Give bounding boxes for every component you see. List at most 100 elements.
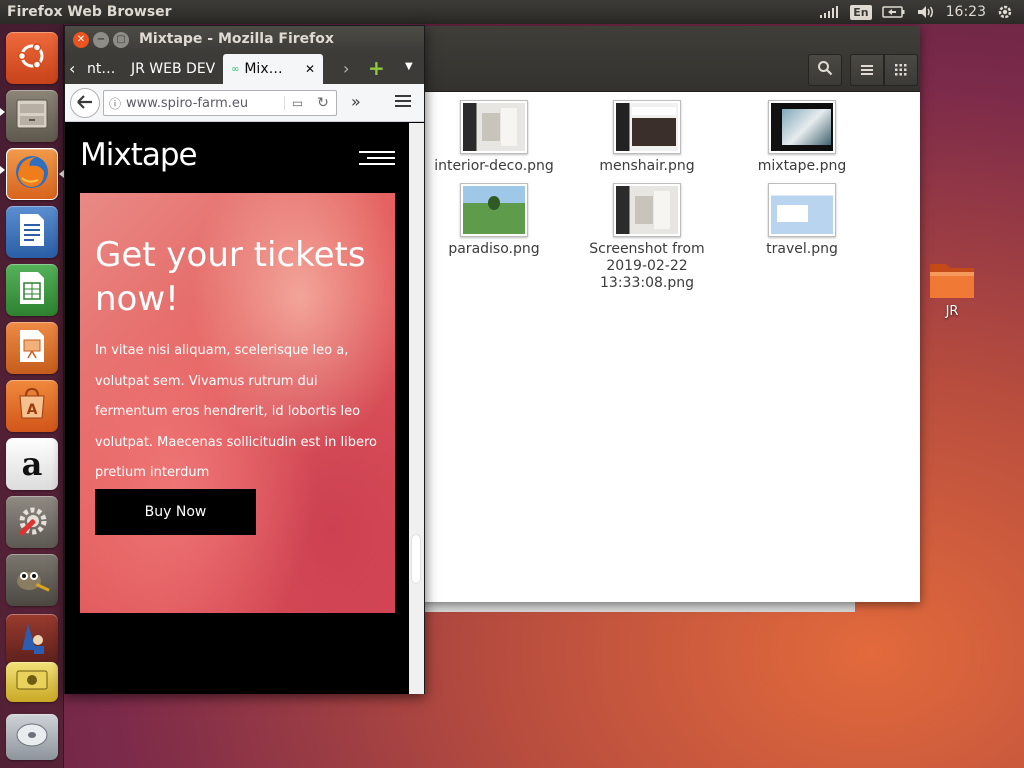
url-text: www.spiro-farm.eu [126, 95, 249, 111]
file-item[interactable]: Screenshot from 2019-02-22 13:33:08.png [572, 183, 722, 292]
writer-icon [16, 212, 48, 252]
file-grid: interior-deco.png menshair.png mixtape.p… [420, 92, 920, 602]
tab[interactable]: nt… [79, 54, 125, 84]
files-headerbar [420, 26, 920, 92]
grid-view-button[interactable] [884, 54, 918, 86]
impress-icon [16, 328, 48, 368]
image-thumbnail [460, 183, 528, 237]
desktop-folder-jr[interactable]: JR [922, 258, 982, 319]
window-title: Mixtape - Mozilla Firefox [139, 31, 334, 47]
top-panel: Firefox Web Browser En 16:23 [0, 0, 1024, 24]
launcher-impress[interactable] [6, 322, 58, 374]
minimize-window-button[interactable]: − [93, 32, 109, 48]
tab-favicon-icon: ∞ [231, 63, 240, 75]
list-view-button[interactable] [850, 54, 884, 86]
hamburger-menu-icon[interactable] [395, 93, 411, 112]
launcher-calc[interactable] [6, 264, 58, 316]
search-icon [817, 60, 833, 80]
files-window: interior-deco.png menshair.png mixtape.p… [420, 26, 920, 602]
app-title: Firefox Web Browser [7, 4, 172, 20]
disk-icon [14, 667, 50, 697]
launcher-amazon[interactable]: a [6, 438, 58, 490]
desktop-folder-label: JR [945, 304, 959, 319]
image-thumbnail [768, 183, 836, 237]
web-page: Mixtape Get your tickets now! In vitae n… [65, 123, 409, 694]
search-button[interactable] [808, 54, 842, 86]
hero-banner: Get your tickets now! In vitae nisi aliq… [80, 193, 395, 613]
tab-strip: ‹ nt… JR WEB DEV ∞ Mix… ✕ › + ▼ [65, 54, 424, 84]
volume-icon[interactable] [916, 5, 936, 19]
firefox-icon [12, 152, 52, 196]
overflow-chevron-icon[interactable]: » [351, 92, 361, 111]
folder-icon [928, 264, 976, 304]
file-item[interactable]: paradiso.png [419, 183, 569, 258]
settings-icon [13, 501, 51, 543]
image-thumbnail [768, 100, 836, 154]
launcher-dvd[interactable] [6, 714, 58, 760]
image-thumbnail [613, 100, 681, 154]
indicator-area: En 16:23 [818, 0, 1024, 24]
tab-active[interactable]: ∞ Mix… ✕ [223, 54, 323, 84]
file-item[interactable]: travel.png [727, 183, 877, 258]
launcher-software[interactable]: A [6, 380, 58, 432]
launcher-files[interactable] [6, 90, 58, 142]
gimp-icon [13, 561, 51, 599]
firefox-titlebar[interactable]: ✕ − ▢ Mixtape - Mozilla Firefox [65, 26, 424, 54]
software-center-icon: A [14, 386, 50, 426]
keyboard-layout-indicator[interactable]: En [850, 4, 872, 20]
close-tab-icon[interactable]: ✕ [305, 62, 315, 76]
hero-title: Get your tickets now! [95, 235, 366, 319]
battery-icon[interactable] [881, 5, 906, 19]
unity-launcher: A a [0, 24, 64, 768]
calc-icon [16, 270, 48, 310]
launcher-settings[interactable] [6, 496, 58, 548]
clock[interactable]: 16:23 [946, 4, 986, 20]
page-scrollbar[interactable] [409, 123, 424, 694]
system-gear-icon[interactable] [996, 3, 1014, 21]
close-window-button[interactable]: ✕ [73, 32, 89, 48]
maximize-window-button[interactable]: ▢ [113, 32, 129, 48]
running-pip [0, 108, 5, 116]
site-menu-icon[interactable] [359, 151, 395, 165]
reader-view-icon[interactable]: ▭ [284, 96, 310, 110]
back-button[interactable] [70, 88, 100, 118]
running-pip [0, 166, 5, 174]
wizard-icon [14, 620, 50, 660]
launcher-disks[interactable] [6, 662, 58, 702]
launcher-ubuntu-dash[interactable] [6, 32, 58, 84]
new-tab-plus-icon[interactable]: + [368, 56, 385, 80]
file-name: menshair.png [599, 158, 695, 174]
buy-now-button[interactable]: Buy Now [95, 489, 256, 535]
grid-view-icon [895, 61, 907, 80]
scrollbar-thumb[interactable] [412, 535, 420, 583]
firefox-window: ✕ − ▢ Mixtape - Mozilla Firefox ‹ nt… JR… [64, 25, 425, 694]
navigation-toolbar: ⓘ www.spiro-farm.eu ▭ ↻ » [65, 84, 424, 122]
dvd-icon [14, 720, 50, 754]
file-item[interactable]: mixtape.png [727, 100, 877, 175]
file-name: Screenshot from 2019-02-22 13:33:08.png [589, 241, 705, 291]
launcher-writer[interactable] [6, 206, 58, 258]
url-bar[interactable]: ⓘ www.spiro-farm.eu ▭ ↻ [103, 90, 337, 116]
window-shadow [420, 602, 855, 612]
tab-list-chevron-down-icon[interactable]: ▼ [405, 61, 413, 72]
file-name: mixtape.png [757, 158, 847, 174]
back-arrow-icon [77, 94, 93, 113]
list-view-icon [860, 61, 874, 80]
launcher-gimp[interactable] [6, 554, 58, 606]
launcher-firefox[interactable] [6, 148, 58, 200]
file-name: paradiso.png [448, 241, 540, 257]
tab-scroll-left-icon[interactable]: ‹ [69, 59, 75, 78]
reload-icon[interactable]: ↻ [310, 95, 336, 111]
image-thumbnail [460, 100, 528, 154]
file-name: interior-deco.png [434, 158, 554, 174]
site-logo[interactable]: Mixtape [80, 137, 198, 173]
tab-scroll-right-icon[interactable]: › [343, 59, 349, 78]
launcher-wizard[interactable] [6, 614, 58, 666]
network-signal-icon[interactable] [818, 5, 840, 19]
file-item[interactable]: menshair.png [572, 100, 722, 175]
tab[interactable]: JR WEB DEV [123, 54, 223, 84]
hero-text: In vitae nisi aliquam, scelerisque leo a… [95, 343, 377, 480]
file-item[interactable]: interior-deco.png [419, 100, 569, 175]
info-icon[interactable]: ⓘ [104, 95, 126, 112]
file-cabinet-icon [14, 98, 50, 134]
